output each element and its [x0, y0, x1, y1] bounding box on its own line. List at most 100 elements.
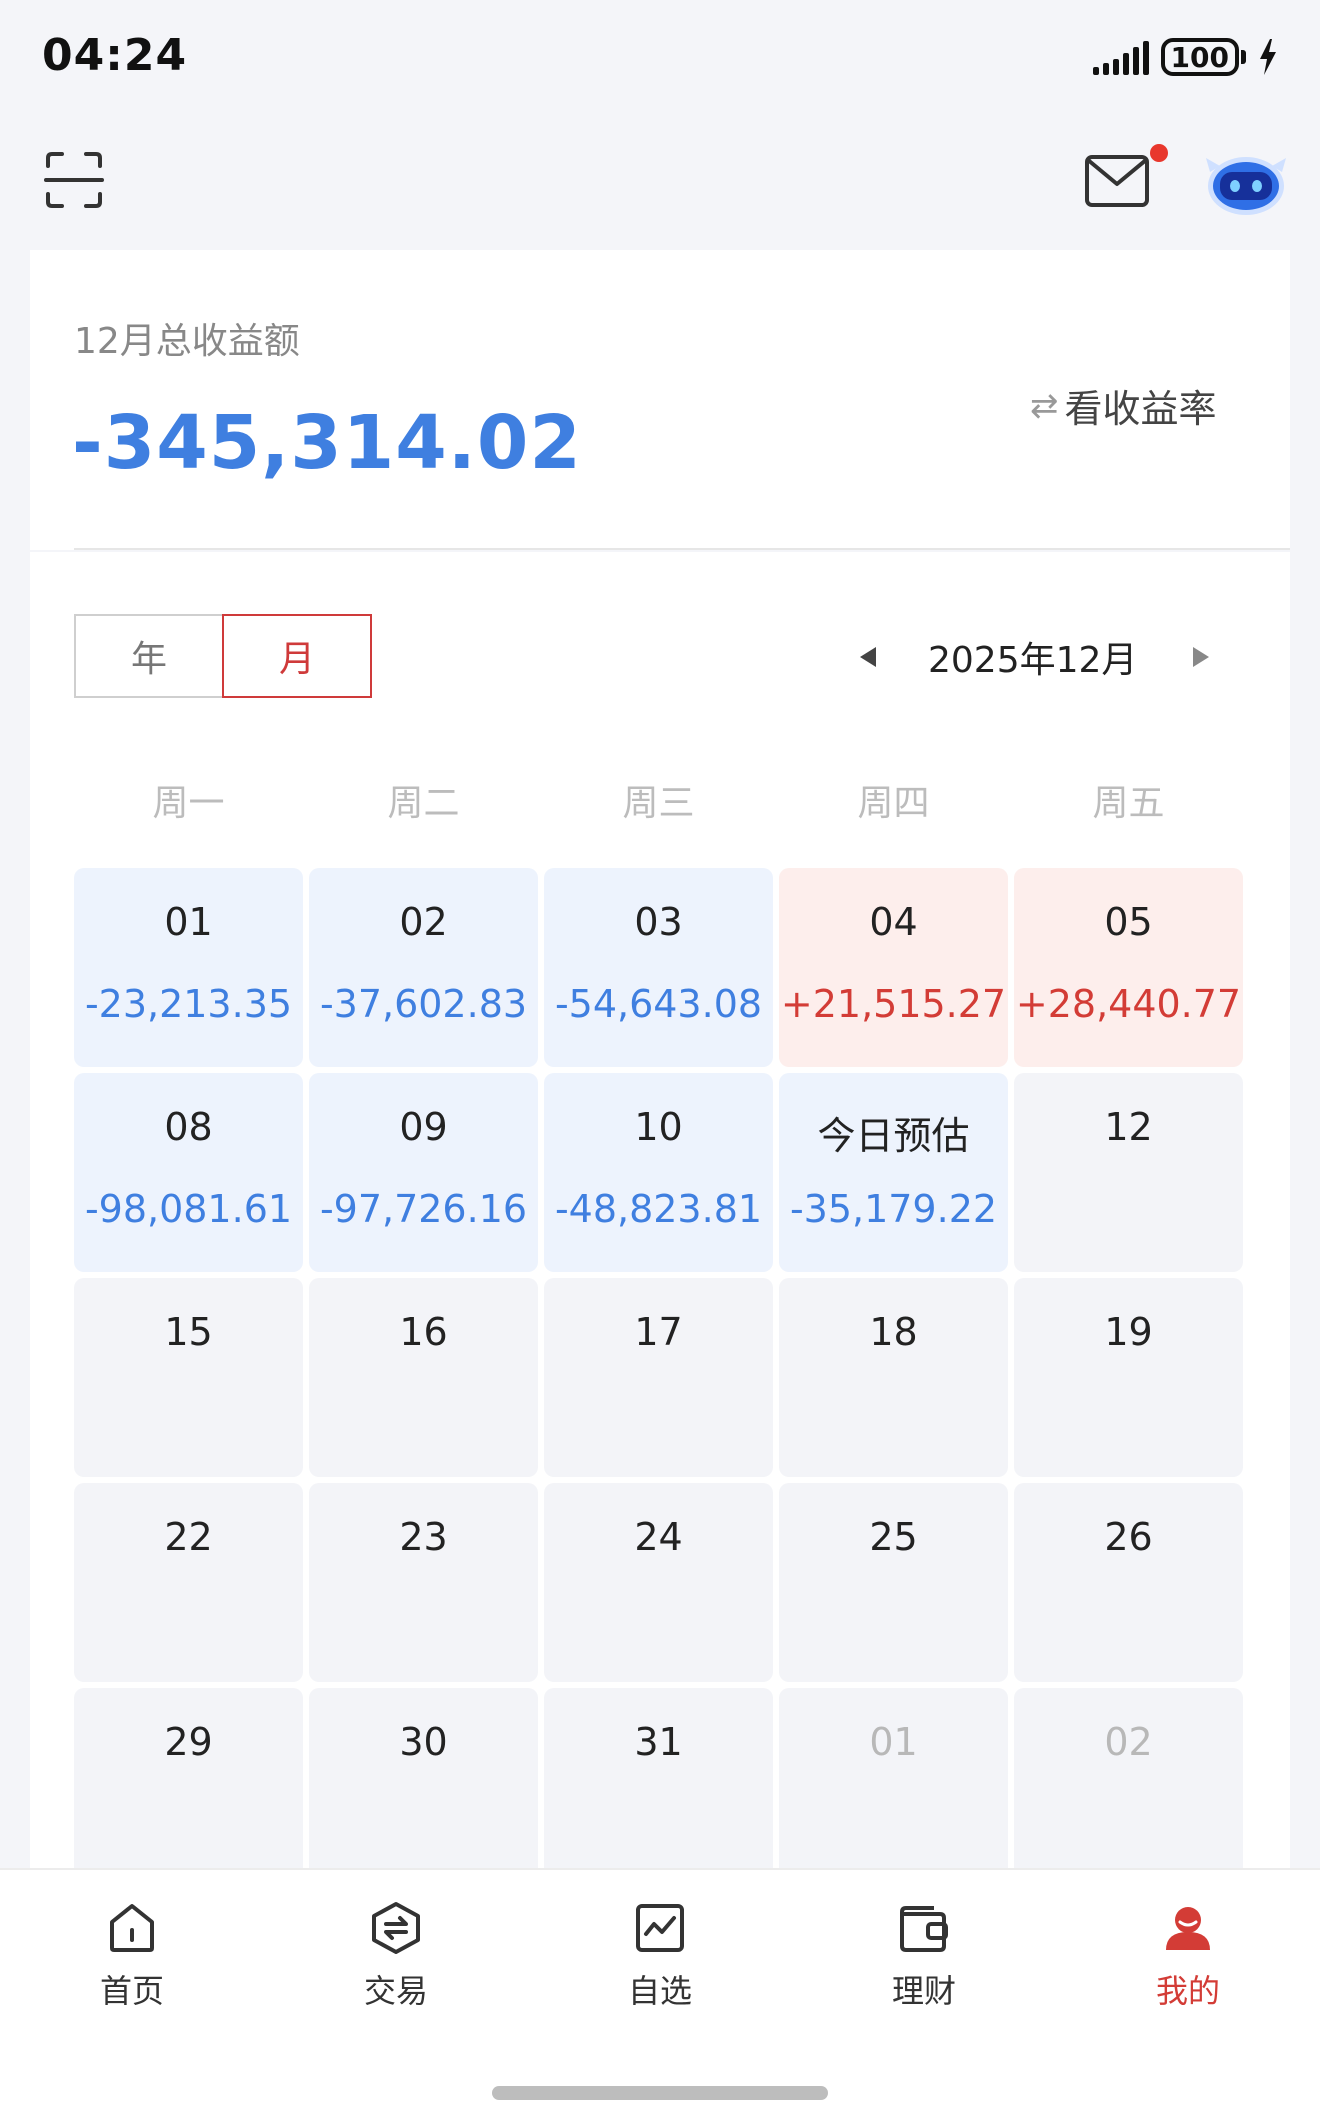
calendar-day-cell[interactable]: 今日预估 -35,179.22	[779, 1073, 1008, 1272]
calendar-day-cell[interactable]: 23	[309, 1483, 538, 1682]
day-label: 22	[164, 1515, 213, 1559]
calendar-day-cell[interactable]: 04 +21,515.27	[779, 868, 1008, 1067]
swap-icon: ⇄	[1030, 385, 1059, 426]
nav-wealth[interactable]: 理财	[844, 1900, 1004, 2012]
weekday-label: 周二	[387, 783, 460, 824]
nav-label: 首页	[99, 1972, 164, 2010]
day-label: 10	[634, 1105, 683, 1149]
day-label: 09	[399, 1105, 448, 1149]
watchlist-icon	[636, 1904, 684, 1952]
nav-watchlist[interactable]: 自选	[580, 1900, 740, 2012]
nav-label: 自选	[627, 1972, 692, 2010]
calendar-day-cell[interactable]: 03 -54,643.08	[544, 868, 773, 1067]
day-label: 05	[1104, 900, 1153, 944]
day-label: 15	[164, 1310, 213, 1354]
day-label: 12	[1104, 1105, 1153, 1149]
calendar-day-cell[interactable]: 19	[1014, 1278, 1243, 1477]
calendar-day-cell[interactable]: 10 -48,823.81	[544, 1073, 773, 1272]
weekday-label: 周四	[857, 783, 930, 824]
calendar-day-cell[interactable]: 08 -98,081.61	[74, 1073, 303, 1272]
home-indicator	[492, 2086, 828, 2100]
trade-icon	[372, 1902, 420, 1954]
day-label: 24	[634, 1515, 683, 1559]
day-label: 19	[1104, 1310, 1153, 1354]
day-label: 18	[869, 1310, 918, 1354]
day-profit-amount: -35,179.22	[789, 1187, 998, 1231]
calendar-day-cell[interactable]: 12	[1014, 1073, 1243, 1272]
day-label: 16	[399, 1310, 448, 1354]
day-profit-amount: +28,440.77	[1015, 982, 1242, 1026]
day-label: 30	[399, 1720, 448, 1764]
day-label: 今日预估	[817, 1114, 970, 1158]
status-time: 04:24	[42, 30, 188, 81]
day-label: 26	[1104, 1515, 1153, 1559]
summary-label: 12月总收益额	[74, 321, 300, 362]
weekday-label: 周一	[152, 783, 225, 824]
calendar-day-cell[interactable]: 15	[74, 1278, 303, 1477]
next-month-icon[interactable]	[1193, 647, 1210, 667]
wallet-icon	[900, 1906, 948, 1952]
home-icon	[110, 1904, 154, 1952]
calendar-day-cell[interactable]: 09 -97,726.16	[309, 1073, 538, 1272]
calendar-day-cell[interactable]: 01	[779, 1688, 1008, 1887]
charging-icon	[1260, 39, 1276, 75]
nav-trade[interactable]: 交易	[316, 1900, 476, 2012]
day-label: 17	[634, 1310, 683, 1354]
prev-month-icon[interactable]	[860, 647, 876, 667]
calendar-day-cell[interactable]: 29	[74, 1688, 303, 1887]
calendar-day-cell[interactable]: 17	[544, 1278, 773, 1477]
signal-icon	[1092, 39, 1149, 75]
calendar-day-cell[interactable]: 02 -37,602.83	[309, 868, 538, 1067]
calendar-day-cell[interactable]: 18	[779, 1278, 1008, 1477]
calendar-day-cell[interactable]: 30	[309, 1688, 538, 1887]
day-label: 02	[399, 900, 448, 944]
day-label: 31	[634, 1720, 683, 1764]
calendar-day-cell[interactable]: 05 +28,440.77	[1014, 868, 1243, 1067]
day-profit-amount: -37,602.83	[319, 982, 528, 1026]
weekday-label: 周三	[622, 783, 695, 824]
day-label: 23	[399, 1515, 448, 1559]
calendar-day-cell[interactable]: 02	[1014, 1688, 1243, 1887]
calendar-day-cell[interactable]: 16	[309, 1278, 538, 1477]
nav-profile[interactable]: 我的	[1108, 1900, 1268, 2012]
status-bar: 04:24 100	[0, 0, 1320, 110]
month-navigator: 2025年12月	[860, 622, 1210, 692]
status-icons: 100	[1092, 38, 1278, 76]
summary-card: 12月总收益额 -345,314.02 ⇄ 看收益率	[30, 250, 1290, 550]
mail-icon[interactable]	[1084, 154, 1150, 208]
segment-year[interactable]: 年	[74, 614, 224, 698]
day-profit-amount: -54,643.08	[554, 982, 763, 1026]
nav-label: 我的	[1155, 1972, 1220, 2010]
nav-home[interactable]: 首页	[52, 1900, 212, 2012]
day-profit-amount: -23,213.35	[84, 982, 293, 1026]
weekday-header: 周一 周二 周三 周四 周五	[74, 774, 1250, 826]
calendar-day-cell[interactable]: 25	[779, 1483, 1008, 1682]
calendar-grid: 01 -23,213.35 02 -37,602.83 03 -54,643.08 04 +2…	[74, 868, 1250, 1887]
day-profit-amount: -98,081.61	[84, 1187, 293, 1231]
day-profit-amount: -97,726.16	[319, 1187, 528, 1231]
day-profit-amount: +21,515.27	[780, 982, 1007, 1026]
battery-level: 100	[1170, 40, 1229, 74]
day-label: 25	[869, 1515, 918, 1559]
day-label: 08	[164, 1105, 213, 1149]
segment-month[interactable]: 月	[222, 614, 372, 698]
battery-icon: 100	[1160, 38, 1246, 76]
toggle-rate-label: 看收益率	[1064, 387, 1217, 431]
mail-badge	[1150, 144, 1168, 162]
scan-icon[interactable]	[44, 150, 104, 210]
nav-label: 交易	[363, 1972, 428, 2010]
toggle-rate-button[interactable]: ⇄ 看收益率	[1030, 378, 1217, 433]
profile-icon	[1166, 1907, 1210, 1950]
calendar-day-cell[interactable]: 22	[74, 1483, 303, 1682]
calendar-day-cell[interactable]: 01 -23,213.35	[74, 868, 303, 1067]
top-header	[0, 140, 1320, 250]
calendar-day-cell[interactable]: 26	[1014, 1483, 1243, 1682]
robot-assistant-icon[interactable]	[1204, 148, 1288, 218]
bottom-nav: 首页 交易 自选 理财 我的	[0, 1868, 1320, 2120]
calendar-section: 年 月 2025年12月 周一 周二 周三 周四 周五 01 -23,213.35…	[30, 552, 1290, 1887]
calendar-day-cell[interactable]: 31	[544, 1688, 773, 1887]
divider	[74, 548, 1290, 550]
calendar-day-cell[interactable]: 24	[544, 1483, 773, 1682]
day-profit-amount: -48,823.81	[554, 1187, 763, 1231]
day-label: 29	[164, 1720, 213, 1764]
